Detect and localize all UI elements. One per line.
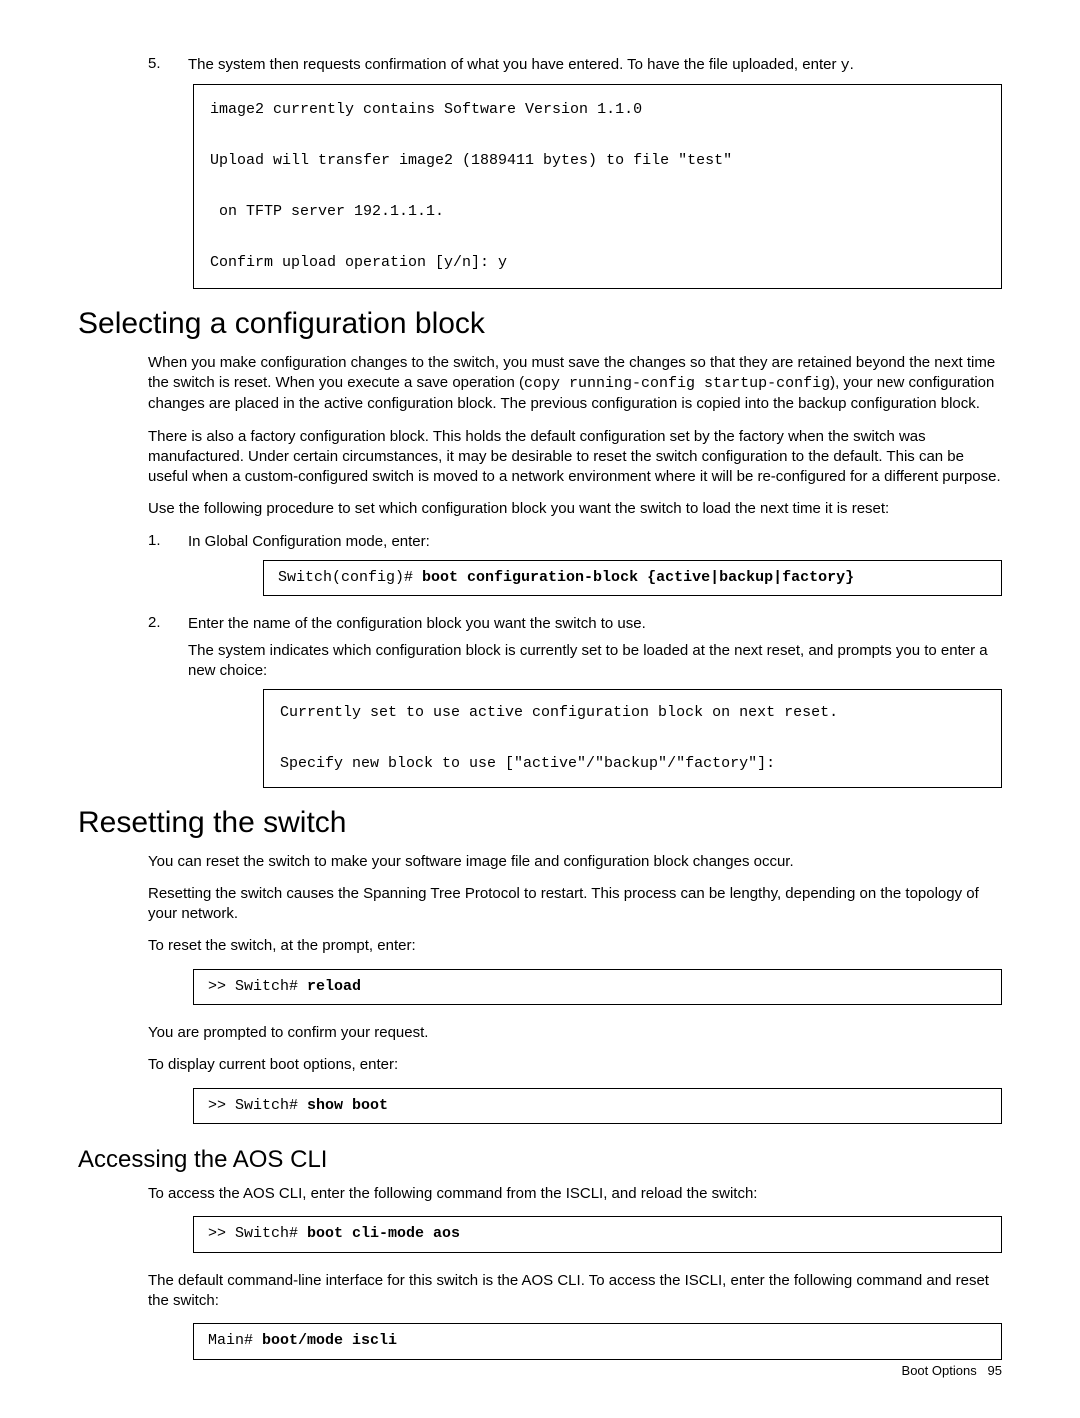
list-number: 5.: [148, 55, 188, 76]
inline-code: copy running-config startup-config: [524, 375, 830, 392]
code-prompt: Switch(config)#: [278, 569, 422, 586]
code-prompt: Main#: [208, 1332, 262, 1349]
footer-section: Boot Options: [902, 1363, 977, 1378]
paragraph: When you make configuration changes to t…: [148, 353, 1002, 415]
code-prompt: >> Switch#: [208, 1225, 307, 1242]
list-number: 1.: [148, 532, 188, 552]
step-1: 1. In Global Configuration mode, enter:: [148, 532, 1002, 552]
heading-accessing-aos-cli: Accessing the AOS CLI: [78, 1146, 1002, 1174]
code-command: boot/mode iscli: [262, 1332, 397, 1349]
text: .: [850, 56, 854, 73]
paragraph: To display current boot options, enter:: [148, 1055, 1002, 1075]
page-footer: Boot Options 95: [902, 1363, 1002, 1378]
code-block: Currently set to use active configuratio…: [263, 689, 1002, 788]
inline-code: y: [841, 57, 850, 74]
code-prompt: >> Switch#: [208, 1097, 307, 1114]
code-command: show boot: [307, 1097, 388, 1114]
code-block: Main# boot/mode iscli: [193, 1323, 1002, 1360]
text: The system indicates which configuration…: [188, 641, 1002, 682]
code-block: Switch(config)# boot configuration-block…: [263, 560, 1002, 597]
step-2: 2. Enter the name of the configuration b…: [148, 614, 1002, 681]
list-body: In Global Configuration mode, enter:: [188, 532, 1002, 552]
code-command: reload: [307, 978, 361, 995]
paragraph: Use the following procedure to set which…: [148, 499, 1002, 519]
list-body: The system then requests confirmation of…: [188, 55, 1002, 76]
code-block: image2 currently contains Software Versi…: [193, 84, 1002, 289]
paragraph: You are prompted to confirm your request…: [148, 1023, 1002, 1043]
paragraph: Resetting the switch causes the Spanning…: [148, 884, 1002, 925]
footer-page-number: 95: [988, 1363, 1002, 1378]
section-body: When you make configuration changes to t…: [148, 353, 1002, 788]
code-command: boot configuration-block {active|backup|…: [422, 569, 854, 586]
step-5: 5. The system then requests confirmation…: [148, 55, 1002, 76]
section-body: To access the AOS CLI, enter the followi…: [148, 1184, 1002, 1360]
heading-resetting-switch: Resetting the switch: [78, 806, 1002, 840]
code-command: boot cli-mode aos: [307, 1225, 460, 1242]
paragraph: There is also a factory configuration bl…: [148, 427, 1002, 488]
code-block: >> Switch# reload: [193, 969, 1002, 1006]
section-body: You can reset the switch to make your so…: [148, 852, 1002, 1125]
list-body: Enter the name of the configuration bloc…: [188, 614, 1002, 681]
paragraph: To reset the switch, at the prompt, ente…: [148, 936, 1002, 956]
code-prompt: >> Switch#: [208, 978, 307, 995]
document-page: 5. The system then requests confirmation…: [0, 0, 1080, 1418]
text: Enter the name of the configuration bloc…: [188, 614, 1002, 634]
paragraph: To access the AOS CLI, enter the followi…: [148, 1184, 1002, 1204]
list-number: 2.: [148, 614, 188, 681]
paragraph: You can reset the switch to make your so…: [148, 852, 1002, 872]
heading-selecting-config-block: Selecting a configuration block: [78, 307, 1002, 341]
text: The system then requests confirmation of…: [188, 56, 841, 73]
code-block: >> Switch# boot cli-mode aos: [193, 1216, 1002, 1253]
paragraph: The default command-line interface for t…: [148, 1271, 1002, 1312]
code-block: >> Switch# show boot: [193, 1088, 1002, 1125]
